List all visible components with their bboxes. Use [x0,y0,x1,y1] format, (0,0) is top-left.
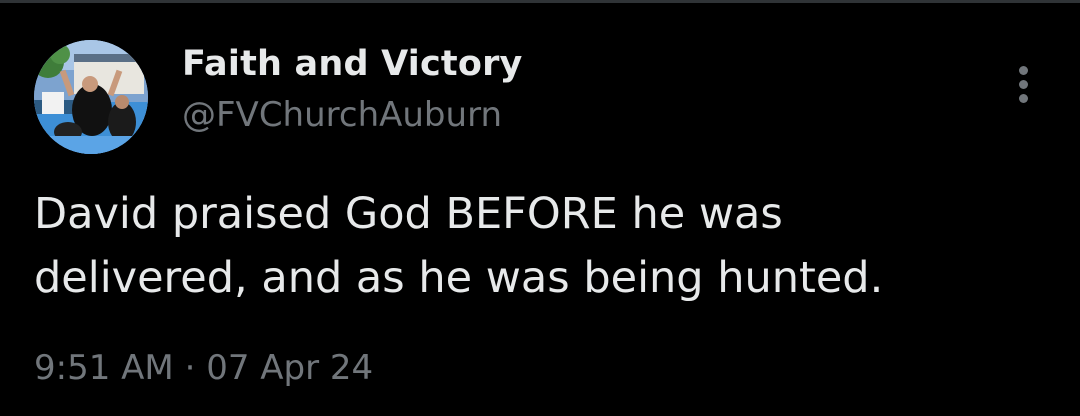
author-handle[interactable]: @FVChurchAuburn [182,95,502,135]
tweet-text-line: delivered, and as he was being hunted. [34,253,884,303]
tweet-timestamp[interactable]: 9:51 AM · 07 Apr 24 [34,348,373,388]
more-options-button[interactable] [1004,60,1044,110]
tweet-date: 07 Apr 24 [206,348,374,388]
author-display-name[interactable]: Faith and Victory [182,44,523,84]
tweet-text: David praised God BEFORE he was delivere… [34,182,1034,310]
avatar-photo [34,40,148,154]
tweet: Faith and Victory @FVChurchAuburn David … [0,0,1080,416]
tweet-text-line: David praised God BEFORE he was [34,189,783,239]
avatar[interactable] [34,40,148,154]
timestamp-separator: · [184,348,196,388]
tweet-time: 9:51 AM [34,348,174,388]
